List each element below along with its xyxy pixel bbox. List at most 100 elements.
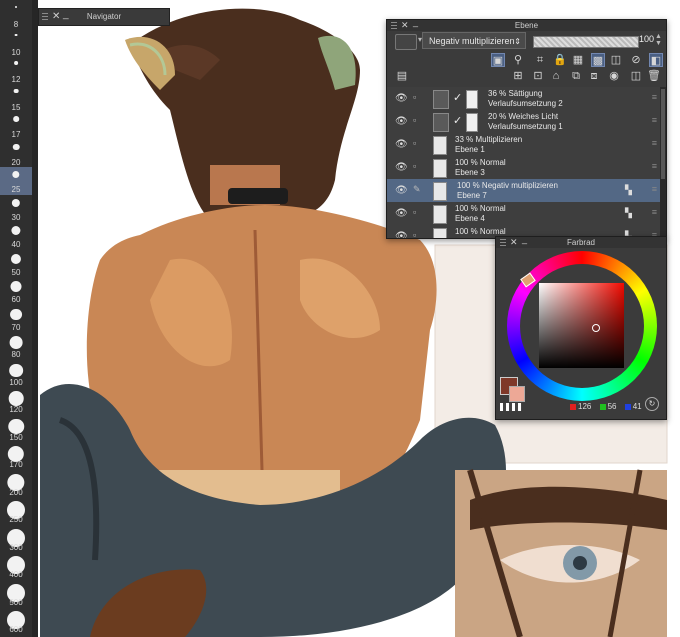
lock-icon[interactable]: ▫ [413,92,423,104]
transfer-down-icon[interactable]: ⧉ [569,69,583,83]
ruler-icon[interactable]: ⊘ [629,53,643,67]
brush-size-item[interactable]: 20 [0,140,32,168]
eye-icon[interactable]: 👁 [395,93,408,104]
layer-thumbnail [433,228,447,238]
palette-divider [32,0,38,637]
brush-size-item[interactable]: 600 [0,607,32,635]
eye-icon[interactable]: 👁 [395,116,408,127]
lock-icon[interactable]: ▫ [413,138,423,150]
merge-layer-icon[interactable]: ⧈ [587,69,601,83]
layer-row[interactable]: 👁 ▫ ✓ 20 % Weiches Licht Verlaufsumsetzung 1… [387,110,660,134]
correction-layer-thumbnail [433,113,449,132]
brush-size-item[interactable]: 10 [0,30,32,58]
scrollbar-thumb[interactable] [661,89,665,179]
drag-handle-icon[interactable]: ≡ [652,115,657,125]
color-panel-header[interactable]: ✕ _ Farbrad [496,234,666,248]
expression-color-icon[interactable] [395,34,417,50]
brush-size-label: 400 [9,570,23,579]
blend-mode-select[interactable]: Negativ multiplizieren ⇕ [422,32,526,49]
brush-dot-icon [12,171,20,179]
brush-size-item[interactable]: 150 [0,415,32,443]
layer-blend-mode: Sättigung [508,89,543,98]
layer-opacity: 33 % [455,135,474,144]
brush-size-label: 300 [9,542,23,552]
lock-icon[interactable]: ▫ [413,207,423,219]
brush-size-item[interactable]: 50 [0,250,32,278]
color-mode-toggle-icon[interactable]: ↻ [645,397,659,411]
brush-size-item[interactable]: 80 [0,332,32,360]
layer-color-icon[interactable]: ▩ [591,53,605,67]
lock-icon[interactable]: ▫ [413,230,423,238]
draft-layer-icon[interactable]: ⚲ [511,53,525,67]
lock-icon[interactable]: ▫ [413,115,423,127]
brush-size-item[interactable]: 12 [0,57,32,85]
layer-mask-icon[interactable]: ◉ [607,69,621,83]
transparent-color-swatch[interactable] [500,403,522,411]
drag-handle-icon[interactable]: ≡ [652,207,657,217]
reference-layer-icon[interactable]: ▣ [491,53,505,67]
layer-list-scrollbar[interactable] [660,87,666,238]
brush-dot-icon [9,336,23,349]
brush-dot-icon [11,226,21,236]
layer-opacity: 100 % [455,204,478,213]
drag-handle-icon[interactable]: ≡ [652,138,657,148]
layer-row[interactable]: 👁 ▫ ✓ 36 % Sättigung Verlaufsumsetzung 2 ≡ [387,87,660,111]
opacity-stepper-icon[interactable]: ▲ ▼ [655,33,662,47]
saturation-value-square[interactable] [539,283,624,368]
drag-handle-icon[interactable]: ≡ [652,92,657,102]
layer-list-icon[interactable]: ▤ [395,69,409,83]
layer-row[interactable]: 👁 ✎ 100 % Negativ multiplizieren Ebene 7 ▚ ≡ [387,179,660,203]
brush-size-item[interactable]: 40 [0,222,32,250]
eye-icon[interactable]: 👁 [395,139,408,150]
eye-icon[interactable]: 👁 [395,208,408,219]
new-vector-layer-icon[interactable]: ⊡ [531,69,545,83]
drag-handle-icon[interactable]: ≡ [652,184,657,194]
new-raster-layer-icon[interactable]: ⊞ [511,69,525,83]
new-folder-icon[interactable]: ⌂ [549,69,563,83]
eye-icon[interactable]: 👁 [395,231,408,238]
brush-size-item[interactable]: 120 [0,387,32,415]
brush-size-item[interactable]: 300 [0,525,32,553]
brush-size-label: 500 [9,597,23,607]
brush-size-label: 600 [9,625,23,634]
opacity-value[interactable]: 100 [639,34,654,44]
brush-size-item[interactable]: 70 [0,305,32,333]
delete-layer-icon[interactable]: 🗑 [647,69,661,83]
layer-name: Ebene 4 [455,214,485,223]
brush-size-item[interactable]: 8 [0,2,32,30]
brush-size-item[interactable]: 400 [0,552,32,580]
brush-size-label: 60 [11,295,21,304]
apply-mask-icon[interactable]: ◫ [629,69,643,83]
palette-color-icon[interactable]: ◧ [649,53,663,67]
brush-size-item[interactable]: 60 [0,277,32,305]
brush-size-item[interactable]: 30 [0,195,32,223]
brush-size-item[interactable]: 100 [0,360,32,388]
brush-size-item[interactable]: 200 [0,470,32,498]
layer-row[interactable]: 👁 ▫ 100 % Normal Ebene 4 ▚ ≡ [387,202,660,226]
lock-icon[interactable]: ▫ [413,161,423,173]
eye-icon[interactable]: 👁 [395,185,408,196]
brush-size-item[interactable]: 25 [0,167,32,195]
brush-size-item[interactable]: 170 [0,442,32,470]
eye-icon[interactable]: 👁 [395,162,408,173]
layer-blend-info: 100 % Normal [455,204,506,213]
drag-handle-icon[interactable]: ≡ [652,161,657,171]
brush-size-item[interactable]: 17 [0,112,32,140]
lock-transparent-icon[interactable]: ▦ [571,53,585,67]
layer-row[interactable]: 👁 ▫ 33 % Multiplizieren Ebene 1 ≡ [387,133,660,157]
brush-size-item[interactable]: 15 [0,85,32,113]
brush-size-label: 100 [9,377,23,387]
layer-row[interactable]: 👁 ▫ 100 % Normal Ebene 3 ≡ [387,156,660,180]
brush-size-label: 30 [11,212,21,222]
opacity-slider[interactable] [533,36,639,48]
brush-size-item[interactable]: 250 [0,497,32,525]
mask-icon[interactable]: ◫ [609,53,623,67]
brush-size-item[interactable]: 500 [0,580,32,608]
sv-cursor[interactable] [592,324,600,332]
layer-panel-header[interactable]: ✕ _ Ebene [387,17,666,31]
lock-icon[interactable]: 🔒 [553,53,567,67]
sub-color-swatch[interactable] [509,386,525,402]
clip-layer-icon[interactable]: ⌗ [533,53,547,67]
green-channel-icon [599,403,606,410]
layer-thumbnail [433,182,447,201]
